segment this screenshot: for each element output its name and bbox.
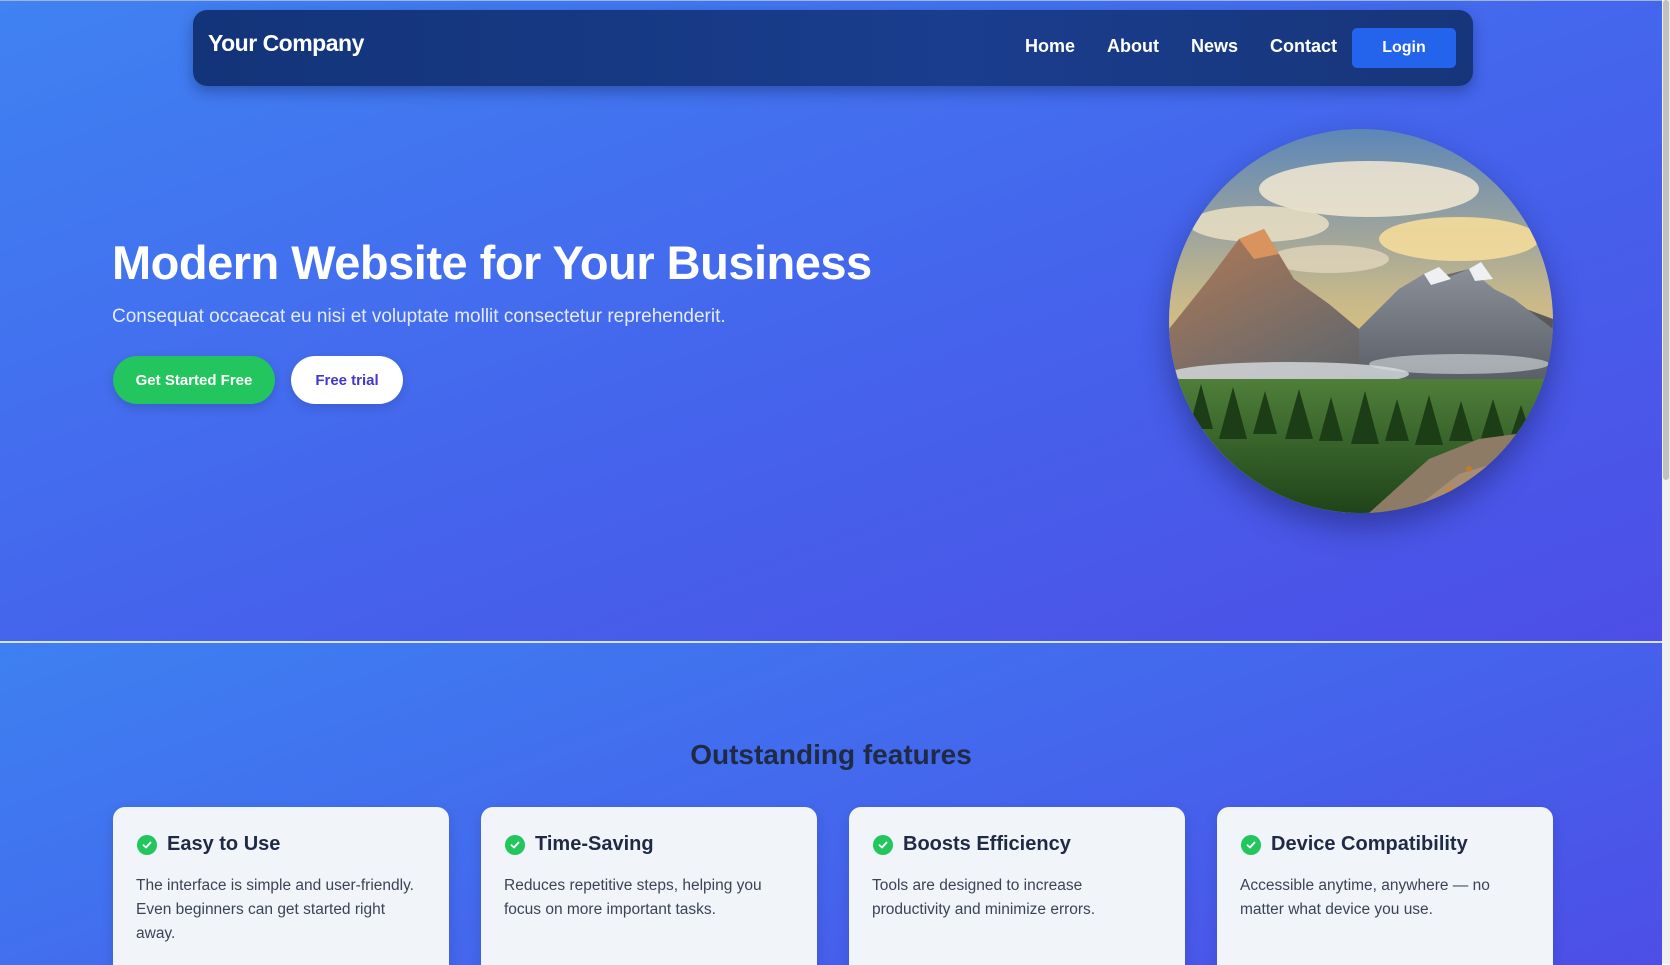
feature-card-header: Boosts Efficiency <box>873 833 1071 856</box>
nav-link-home[interactable]: Home <box>1025 36 1075 57</box>
check-circle-icon <box>137 834 157 855</box>
mountain-landscape-icon <box>1169 129 1553 513</box>
feature-card-description: Reduces repetitive steps, helping you fo… <box>504 877 762 918</box>
check-circle-icon <box>873 834 893 855</box>
hero-subtitle: Consequat occaecat eu nisi et voluptate … <box>112 306 726 327</box>
feature-card-header: Easy to Use <box>137 833 280 856</box>
check-circle-icon <box>1241 834 1261 855</box>
feature-card-header: Time-Saving <box>505 833 654 856</box>
feature-card-title: Device Compatibility <box>1271 833 1468 855</box>
hero-title: Modern Website for Your Business <box>112 236 872 289</box>
nav-links: Home About News Contact <box>1025 36 1337 57</box>
mountain-landscape-image <box>1169 129 1553 513</box>
scrollbar-thumb[interactable] <box>1663 0 1669 480</box>
login-button[interactable]: Login <box>1352 28 1456 68</box>
get-started-button[interactable]: Get Started Free <box>113 356 275 404</box>
brand-logo[interactable]: Your Company <box>208 30 364 57</box>
check-circle-icon <box>505 834 525 855</box>
feature-card-title: Boosts Efficiency <box>903 833 1071 855</box>
feature-card-title: Time-Saving <box>535 833 654 855</box>
feature-card-device-compatibility: Device Compatibility Accessible anytime,… <box>1217 807 1553 965</box>
vertical-scrollbar[interactable] <box>1662 0 1670 964</box>
feature-card-description: The interface is simple and user-friendl… <box>136 877 414 942</box>
feature-card-header: Device Compatibility <box>1241 833 1468 856</box>
feature-card-time-saving: Time-Saving Reduces repetitive steps, he… <box>481 807 817 965</box>
feature-card-description: Accessible anytime, anywhere — no matter… <box>1240 877 1490 918</box>
free-trial-button[interactable]: Free trial <box>291 356 403 404</box>
features-title: Outstanding features <box>690 739 972 770</box>
feature-card-description: Tools are designed to increase productiv… <box>872 877 1096 918</box>
hero-section: Your Company Home About News Contact Log… <box>0 1 1662 641</box>
page-viewport: Your Company Home About News Contact Log… <box>0 0 1662 965</box>
nav-link-news[interactable]: News <box>1191 36 1238 57</box>
feature-card-easy-to-use: Easy to Use The interface is simple and … <box>113 807 449 965</box>
nav-link-about[interactable]: About <box>1107 36 1159 57</box>
feature-card-boosts-efficiency: Boosts Efficiency Tools are designed to … <box>849 807 1185 965</box>
nav-link-contact[interactable]: Contact <box>1270 36 1337 57</box>
feature-card-title: Easy to Use <box>167 833 281 855</box>
navbar: Your Company Home About News Contact Log… <box>193 10 1473 86</box>
